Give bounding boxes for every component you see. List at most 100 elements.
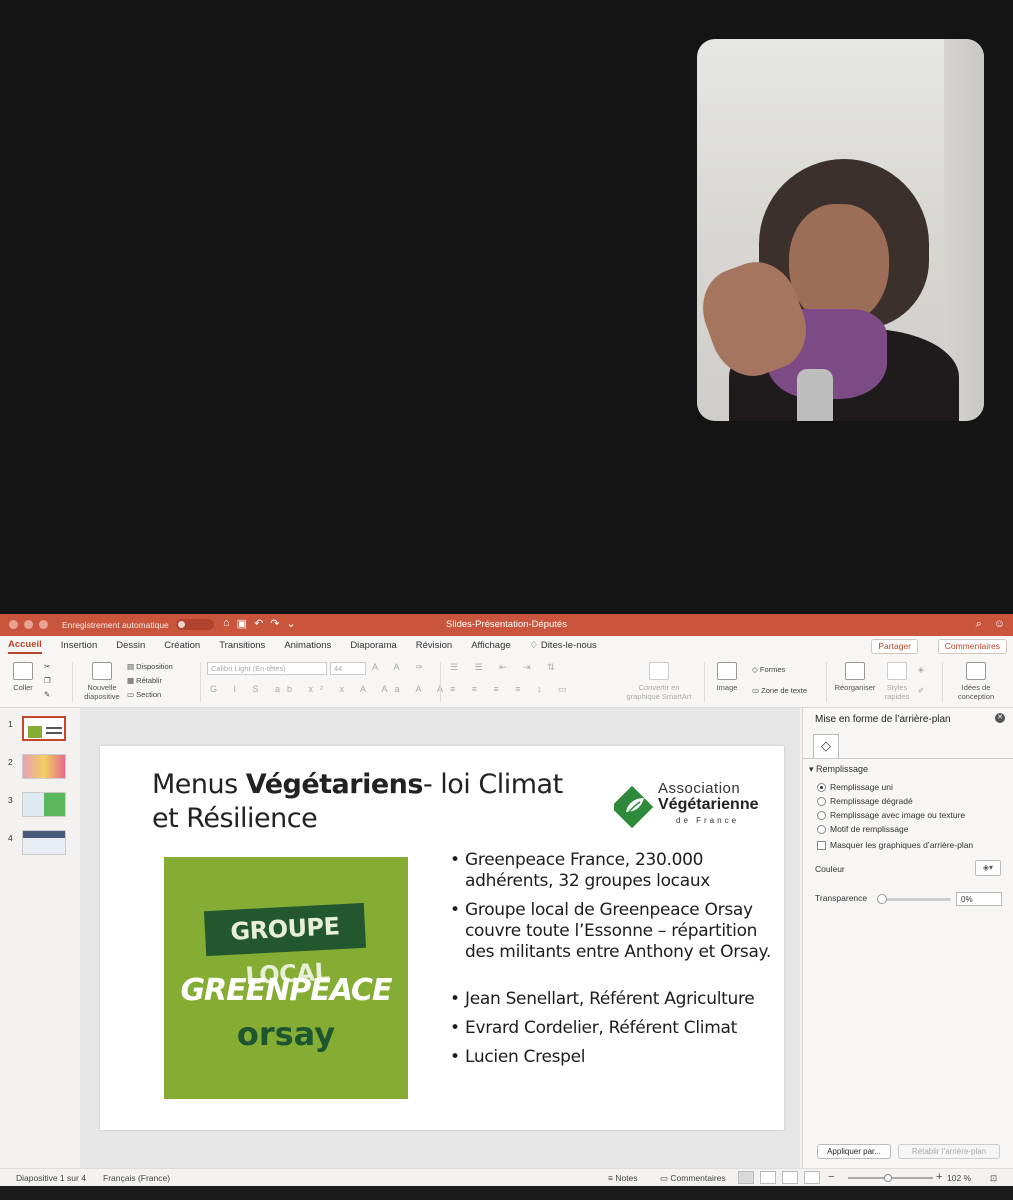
outline-color-icon[interactable]: ✐: [918, 686, 924, 695]
title-bold-part: Végétariens: [245, 769, 424, 800]
video-face: [789, 204, 889, 324]
slide-body-text[interactable]: Greenpeace France, 230.000 adhérents, 32…: [450, 850, 782, 1076]
tell-me-search[interactable]: ♢ Dites-le-nous: [530, 640, 597, 653]
greenpeace-orsay-image[interactable]: GROUPE LOCAL GREENPEACE orsay: [164, 857, 408, 1099]
paste-button[interactable]: Coller: [8, 662, 38, 692]
close-icon[interactable]: ✕: [995, 713, 1005, 723]
quick-styles-button[interactable]: Styles rapides: [880, 662, 914, 701]
thumbnail-slide-1[interactable]: 1: [6, 716, 76, 746]
zoom-slider-handle[interactable]: [884, 1174, 892, 1182]
section-label: Section: [136, 690, 162, 699]
new-slide-label-2: diapositive: [84, 692, 120, 701]
zoom-level[interactable]: 102 %: [947, 1173, 971, 1183]
tab-insertion[interactable]: Insertion: [61, 640, 97, 653]
smartart-label-1: Convertir en: [638, 683, 680, 692]
tab-revision[interactable]: Révision: [416, 640, 452, 653]
pane-title: Mise en forme de l’arrière-plan: [815, 714, 951, 725]
transparency-input[interactable]: 0%: [956, 892, 1002, 906]
reset-slide-button[interactable]: ▦ Rétablir: [127, 676, 162, 685]
tab-animations[interactable]: Animations: [284, 640, 331, 653]
clipboard-icon: [13, 662, 33, 680]
option-label: Remplissage uni: [830, 782, 893, 792]
font-grow-shrink-icons[interactable]: A A ✑: [372, 662, 430, 673]
search-icon[interactable]: ⌕: [976, 618, 982, 631]
copy-icon[interactable]: ❐: [44, 676, 51, 685]
thumbnail-slide-2[interactable]: 2: [6, 754, 76, 784]
transparency-label: Transparence: [815, 893, 868, 903]
tab-dessin[interactable]: Dessin: [116, 640, 145, 653]
reset-background-button[interactable]: Rétablir l’arrière-plan: [898, 1144, 1000, 1159]
new-slide-button[interactable]: Nouvelle diapositive: [80, 662, 124, 701]
align-icons[interactable]: ≡ ≡ ≡ ≡ ↕ ▭: [450, 684, 574, 695]
apply-to-all-button[interactable]: Appliquer par...: [817, 1144, 891, 1159]
tab-affichage[interactable]: Affichage: [471, 640, 510, 653]
textbox-icon: ▭: [752, 686, 762, 695]
transparency-slider-handle[interactable]: [877, 894, 887, 904]
quick-styles-icon: [887, 662, 907, 680]
textbox-button[interactable]: ▭ Zone de texte: [752, 686, 807, 695]
design-ideas-label-2: conception: [957, 692, 995, 701]
sorter-view-button[interactable]: [760, 1171, 776, 1184]
thumbnail-slide-4[interactable]: 4: [6, 830, 76, 860]
slideshow-view-button[interactable]: [804, 1171, 820, 1184]
transparency-slider-track[interactable]: [879, 898, 951, 901]
shapes-button[interactable]: ◇ Formes: [752, 665, 785, 674]
thumbnail-slide-3[interactable]: 3: [6, 792, 76, 822]
tab-accueil[interactable]: Accueil: [8, 639, 42, 654]
notes-label: Notes: [615, 1173, 638, 1183]
slide-counter: Diapositive 1 sur 4: [16, 1173, 86, 1183]
smartart-button[interactable]: Convertir en graphique SmartArt: [622, 662, 696, 701]
new-slide-label-1: Nouvelle: [87, 683, 117, 692]
comments-status-button[interactable]: ▭ Commentaires: [660, 1173, 726, 1184]
tab-diaporama[interactable]: Diaporama: [350, 640, 396, 653]
list-icons[interactable]: ☰ ☰ ⇤ ⇥ ⇅: [450, 662, 562, 673]
zoom-out-icon[interactable]: −: [828, 1171, 834, 1183]
font-name-select[interactable]: Calibri Light (En-têtes): [207, 662, 327, 675]
tab-transitions[interactable]: Transitions: [219, 640, 265, 653]
section-button[interactable]: ▭ Section: [127, 690, 161, 699]
avf-logo: Association Végétarienne de France: [614, 780, 764, 830]
radio-button: [817, 796, 826, 806]
language-indicator[interactable]: Français (France): [103, 1173, 170, 1183]
color-picker-button[interactable]: ◈▾: [975, 860, 1001, 876]
tab-creation[interactable]: Création: [164, 640, 200, 653]
bullet-item: Groupe local de Greenpeace Orsay couvre …: [450, 900, 782, 963]
hide-background-graphics-checkbox[interactable]: Masquer les graphiques d’arrière-plan: [817, 840, 973, 850]
layout-button[interactable]: ▤ Disposition: [127, 662, 173, 671]
fit-to-window-icon[interactable]: ⊡: [990, 1173, 997, 1184]
arrange-button[interactable]: Réorganiser: [832, 662, 878, 692]
cut-icon[interactable]: ✂: [44, 662, 50, 671]
smartart-icon: [649, 662, 669, 680]
bottom-bar: [0, 1186, 1013, 1200]
share-button[interactable]: Partager: [871, 639, 918, 654]
picture-fill-radio[interactable]: Remplissage avec image ou texture: [817, 810, 965, 820]
zoom-in-icon[interactable]: +: [936, 1171, 942, 1183]
font-style-icons[interactable]: G I S ab x² x A Aa A A: [210, 684, 450, 694]
logo-line-1: Association: [658, 780, 741, 797]
format-background-pane: Mise en forme de l’arrière-plan ✕ ◇ ▾ Re…: [802, 708, 1013, 1168]
share-person-icon[interactable]: ☺: [994, 618, 1005, 631]
solid-fill-radio[interactable]: Remplissage uni: [817, 782, 893, 792]
normal-view-button[interactable]: [738, 1171, 754, 1184]
fill-section-toggle[interactable]: ▾ Remplissage: [809, 764, 868, 775]
design-ideas-button[interactable]: Idées de conception: [950, 662, 1002, 701]
comments-button[interactable]: Commentaires: [937, 639, 1007, 654]
status-bar: Diapositive 1 sur 4 Français (France) ≡ …: [0, 1168, 1013, 1186]
slide-thumbnails-pane: 1 2 3 4: [0, 708, 80, 1168]
slide-title[interactable]: Menus Végétariens- loi Climat et Résilie…: [152, 768, 592, 836]
slide-canvas: Menus Végétariens- loi Climat et Résilie…: [80, 708, 800, 1168]
reset-label: Rétablir: [136, 676, 163, 685]
gradient-fill-radio[interactable]: Remplissage dégradé: [817, 796, 913, 806]
fill-bucket-icon[interactable]: ◇: [813, 734, 839, 758]
format-painter-icon[interactable]: ✎: [44, 690, 50, 699]
image-button[interactable]: Image: [710, 662, 744, 692]
pattern-fill-radio[interactable]: Motif de remplissage: [817, 824, 908, 834]
ribbon-separator: [942, 662, 943, 702]
fill-color-icon[interactable]: ◈: [918, 665, 924, 674]
quick-styles-label-1: Styles: [886, 683, 908, 692]
slide[interactable]: Menus Végétariens- loi Climat et Résilie…: [100, 746, 784, 1130]
reading-view-button[interactable]: [782, 1171, 798, 1184]
font-size-select[interactable]: 44: [330, 662, 366, 675]
notes-button[interactable]: ≡ Notes: [608, 1173, 638, 1183]
logo-line-3: de France: [676, 816, 740, 825]
